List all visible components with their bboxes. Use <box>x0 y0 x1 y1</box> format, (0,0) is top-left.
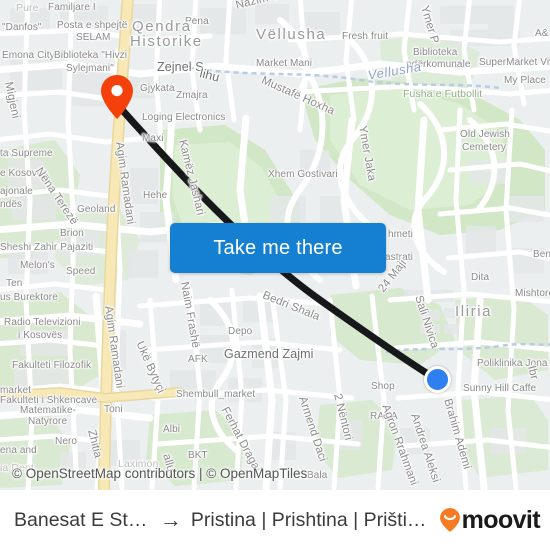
origin-pin-marker[interactable] <box>100 74 134 120</box>
moovit-route-map-screen: .rd { stroke:#ffffff; fill:none; stroke-… <box>0 0 550 550</box>
route-destination-label: Pristina | Prishtina | Priština (Pri… <box>190 508 433 531</box>
route-origin-label: Banesat E Stand… <box>14 508 151 531</box>
map-attribution[interactable]: © OpenStreetMap contributors | © OpenMap… <box>12 466 307 481</box>
destination-dot-marker[interactable] <box>424 366 451 393</box>
route-footer-bar: Banesat E Stand… → Pristina | Prishtina … <box>0 490 550 550</box>
map-viewport[interactable]: .rd { stroke:#ffffff; fill:none; stroke-… <box>0 0 550 490</box>
moovit-wordmark: moovit <box>461 505 541 534</box>
arrow-right-icon: → <box>159 508 182 532</box>
moovit-pin-icon <box>439 507 461 533</box>
moovit-logo[interactable]: moovit <box>439 505 541 534</box>
route-summary: Banesat E Stand… → Pristina | Prishtina … <box>14 509 433 532</box>
take-me-there-button[interactable]: Take me there <box>170 223 386 273</box>
